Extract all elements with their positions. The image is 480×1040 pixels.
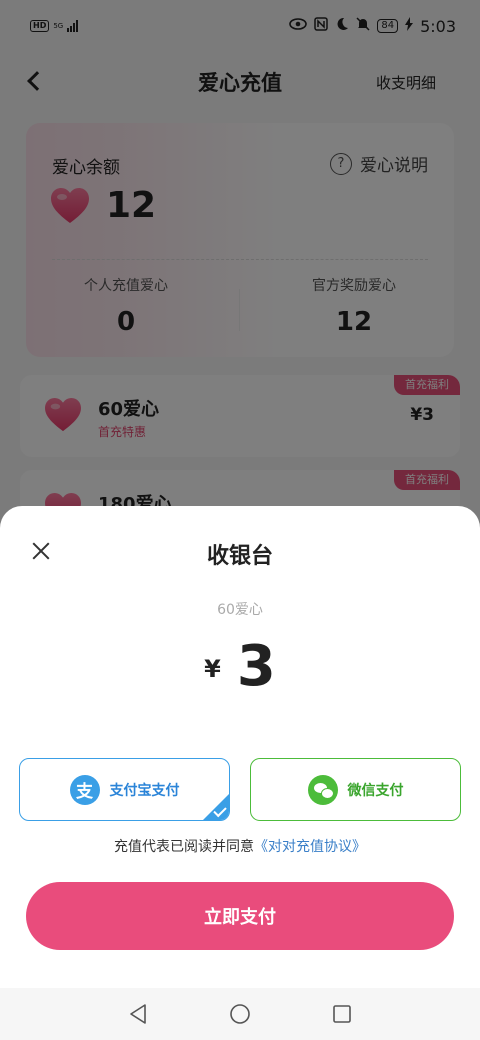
amount: ¥3 — [0, 634, 480, 699]
agreement-link[interactable]: 《对对充值协议》 — [254, 839, 366, 855]
amount-value: 3 — [236, 634, 276, 699]
checkout-sheet: 收银台 60爱心 ¥3 支 支付宝支付 微信支付 充值代表已阅读并同意《对对充值… — [0, 506, 480, 1040]
checkout-title: 收银台 — [206, 544, 273, 569]
alipay-option[interactable]: 支 支付宝支付 — [19, 758, 230, 821]
system-nav-bar — [0, 988, 480, 1040]
currency-symbol: ¥ — [204, 655, 221, 683]
agreement-text: 充值代表已阅读并同意 — [114, 839, 254, 855]
agreement: 充值代表已阅读并同意《对对充值协议》 — [0, 836, 480, 856]
nav-back-icon[interactable] — [127, 1003, 149, 1025]
product-name: 60爱心 — [217, 602, 263, 618]
alipay-label: 支付宝支付 — [109, 782, 180, 799]
check-icon — [201, 792, 229, 820]
pay-now-button[interactable]: 立即支付 — [26, 882, 454, 950]
wechat-option[interactable]: 微信支付 — [250, 758, 461, 821]
nav-home-icon[interactable] — [229, 1003, 251, 1025]
nav-recent-icon[interactable] — [331, 1003, 353, 1025]
wechat-label: 微信支付 — [347, 782, 404, 799]
alipay-icon: 支 — [69, 774, 100, 805]
wechat-icon — [307, 774, 338, 805]
